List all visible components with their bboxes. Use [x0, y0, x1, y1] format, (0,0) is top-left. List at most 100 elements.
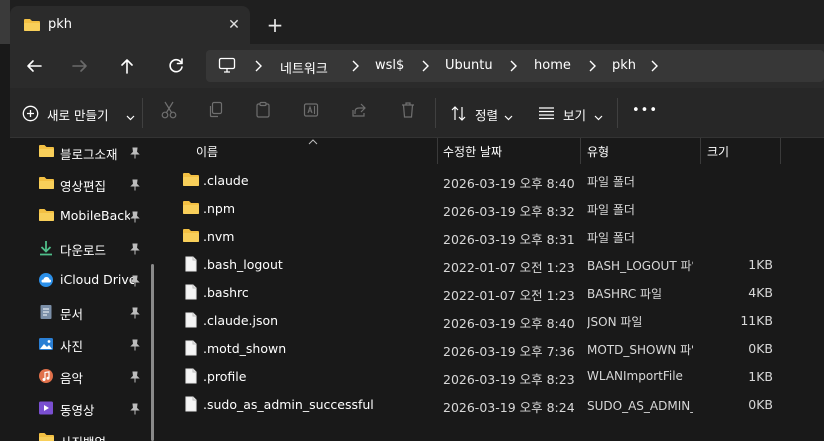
- sidebar-item-music[interactable]: 음악: [36, 362, 154, 392]
- column-size[interactable]: 크기: [707, 143, 729, 160]
- chevron-right-icon[interactable]: [350, 59, 360, 73]
- pin-icon[interactable]: [130, 147, 140, 159]
- column-divider[interactable]: [700, 138, 701, 164]
- sidebar-item-icloud-drive[interactable]: iCloud Drive: [36, 266, 154, 296]
- more-options-button[interactable]: •••: [632, 103, 658, 118]
- sidebar-item-blog[interactable]: 블로그소재: [36, 138, 154, 168]
- file-type: WLANImportFile: [587, 369, 683, 383]
- share-icon[interactable]: [350, 100, 370, 126]
- file-type: 파일 폴더: [587, 231, 635, 245]
- column-type[interactable]: 유형: [587, 143, 609, 160]
- file-type: 파일 폴더: [587, 175, 635, 189]
- view-icon: [538, 106, 555, 123]
- sidebar-item-photo-backup[interactable]: 사진백업: [36, 426, 154, 441]
- copy-icon[interactable]: [207, 100, 227, 126]
- sidebar-item-label: 문서: [60, 307, 84, 322]
- pin-icon[interactable]: [130, 403, 140, 415]
- address-bar[interactable]: 네트워크 wsl$ Ubuntu home pkh: [206, 50, 824, 82]
- file-explorer-window: pkh ✕ + 네트워크 wsl$ Ubuntu home pkh 새로 만들기…: [0, 0, 824, 441]
- folder-icon: [38, 432, 54, 441]
- delete-icon[interactable]: [399, 100, 419, 126]
- pin-icon[interactable]: [130, 371, 140, 383]
- navigation-pane: 블로그소재 영상편집 MobileBackup 다운로드 iCloud Driv…: [0, 138, 156, 441]
- file-type: MOTD_SHOWN 파일: [587, 343, 693, 357]
- new-tab-button[interactable]: +: [264, 14, 286, 36]
- close-tab-button[interactable]: ✕: [224, 15, 244, 35]
- pin-icon[interactable]: [130, 307, 140, 319]
- tab-title: pkh: [48, 17, 73, 32]
- breadcrumb-ubuntu[interactable]: Ubuntu: [445, 58, 493, 73]
- pin-icon[interactable]: [130, 179, 140, 191]
- forward-arrow-icon[interactable]: [68, 54, 92, 78]
- file-row[interactable]: .motd_shown 2026-03-19 오후 7:36 MOTD_SHOW…: [176, 334, 806, 362]
- sort-button[interactable]: 정렬: [450, 100, 514, 126]
- file-row[interactable]: .bash_logout 2022-01-07 오전 1:23 BASH_LOG…: [176, 250, 806, 278]
- chevron-right-icon[interactable]: [253, 59, 263, 73]
- sidebar-item-label: 음악: [60, 371, 84, 386]
- file-row[interactable]: .claude.json 2026-03-19 오후 8:40 JSON 파일 …: [176, 306, 806, 334]
- column-divider[interactable]: [780, 138, 781, 164]
- view-label: 보기: [563, 108, 587, 123]
- pin-icon[interactable]: [130, 211, 140, 223]
- sidebar-item-label: 다운로드: [60, 243, 107, 258]
- sidebar-item-label: 영상편집: [60, 179, 107, 194]
- new-button[interactable]: 새로 만들기: [20, 100, 135, 126]
- folder-icon: [38, 208, 54, 224]
- column-modified[interactable]: 수정한 날짜: [443, 143, 502, 160]
- file-type: BASHRC 파일: [587, 287, 663, 301]
- pin-icon[interactable]: [130, 243, 140, 255]
- window-edge: [0, 0, 10, 44]
- cut-icon[interactable]: [160, 100, 180, 126]
- sidebar-item-label: iCloud Drive: [60, 272, 134, 287]
- file-icon: [182, 340, 200, 356]
- file-row[interactable]: .bashrc 2022-01-07 오전 1:23 BASHRC 파일 4KB: [176, 278, 806, 306]
- column-divider[interactable]: [580, 138, 581, 164]
- rename-icon[interactable]: [302, 100, 322, 126]
- file-row[interactable]: .claude 2026-03-19 오후 8:40 파일 폴더: [176, 166, 806, 194]
- column-name[interactable]: 이름: [196, 143, 218, 160]
- file-size: 0KB: [748, 397, 773, 412]
- sidebar-item-documents[interactable]: 문서: [36, 298, 154, 328]
- file-type: BASH_LOGOUT 파일: [587, 259, 693, 273]
- divider: [435, 98, 436, 128]
- sidebar-item-mobilebackup[interactable]: MobileBackup: [36, 202, 154, 232]
- file-row[interactable]: .profile 2026-03-19 오후 8:23 WLANImportFi…: [176, 362, 806, 390]
- view-button[interactable]: 보기: [538, 100, 604, 126]
- sidebar-item-pictures[interactable]: 사진: [36, 330, 154, 360]
- sidebar-scrollbar[interactable]: [151, 264, 154, 441]
- breadcrumb-pkh[interactable]: pkh: [612, 58, 636, 73]
- column-divider[interactable]: [437, 138, 438, 164]
- paste-icon[interactable]: [254, 100, 274, 126]
- new-button-label: 새로 만들기: [47, 108, 109, 123]
- file-type: JSON 파일: [587, 315, 643, 329]
- chevron-right-icon[interactable]: [649, 59, 659, 73]
- pin-icon[interactable]: [130, 339, 140, 351]
- chevron-right-icon[interactable]: [420, 59, 430, 73]
- breadcrumb-wsl[interactable]: wsl$: [375, 58, 404, 73]
- chevron-down-icon: [126, 110, 135, 124]
- folder-icon: [38, 144, 54, 160]
- tab-pkh[interactable]: pkh ✕: [10, 6, 250, 44]
- file-row[interactable]: .npm 2026-03-19 오후 8:32 파일 폴더: [176, 194, 806, 222]
- up-arrow-icon[interactable]: [115, 54, 139, 78]
- sidebar-item-videos[interactable]: 동영상: [36, 394, 154, 424]
- file-modified: 2022-01-07 오전 1:23: [443, 260, 575, 275]
- file-row[interactable]: .nvm 2026-03-19 오후 8:31 파일 폴더: [176, 222, 806, 250]
- sort-label: 정렬: [475, 108, 499, 123]
- chevron-right-icon[interactable]: [508, 59, 518, 73]
- back-arrow-icon[interactable]: [22, 54, 46, 78]
- music-icon: [38, 368, 54, 384]
- file-name: .bashrc: [203, 285, 249, 300]
- pin-icon[interactable]: [130, 275, 140, 287]
- file-modified: 2026-03-19 오후 8:23: [443, 372, 575, 387]
- breadcrumb-home[interactable]: home: [534, 58, 571, 73]
- folder-icon: [182, 228, 200, 244]
- breadcrumb-network[interactable]: 네트워크: [280, 58, 328, 77]
- file-icon: [182, 256, 200, 272]
- sidebar-item-downloads[interactable]: 다운로드: [36, 234, 154, 264]
- file-row[interactable]: .sudo_as_admin_successful 2026-03-19 오후 …: [176, 390, 806, 418]
- refresh-icon[interactable]: [164, 54, 188, 78]
- sidebar-item-video-edit[interactable]: 영상편집: [36, 170, 154, 200]
- file-icon: [182, 284, 200, 300]
- chevron-right-icon[interactable]: [587, 59, 597, 73]
